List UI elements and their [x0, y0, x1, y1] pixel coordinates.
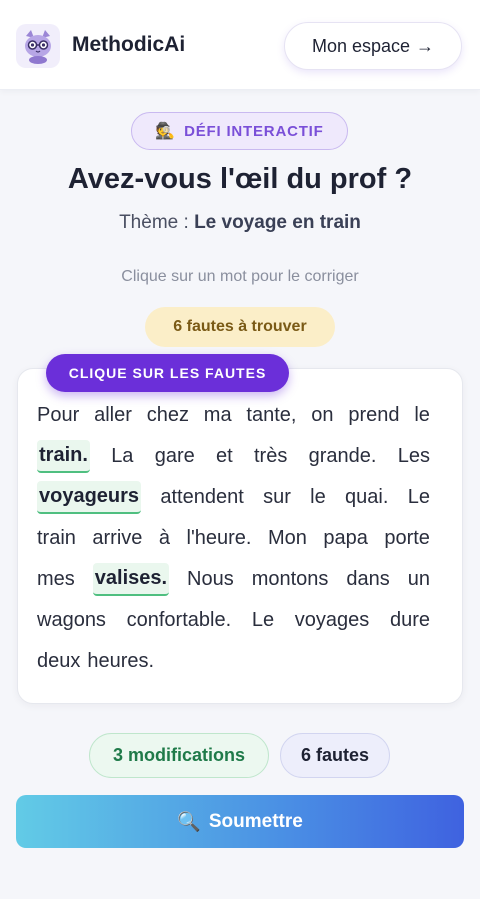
challenge-badge: 🕵️ DÉFI INTERACTIF — [131, 112, 348, 150]
word[interactable]: le — [414, 395, 430, 436]
word[interactable]: Nous — [187, 559, 234, 600]
word[interactable]: un — [408, 559, 430, 600]
faults-count-badge: 6 fautes à trouver — [145, 307, 335, 347]
text-line: deux heures. — [37, 641, 430, 682]
text-line: mes valises. Nous montons dans un — [37, 559, 430, 600]
word[interactable]: Le — [252, 600, 274, 641]
word[interactable]: Mon — [268, 518, 307, 559]
word[interactable]: arrive — [92, 518, 142, 559]
exercise-text: Pour aller chez ma tante, on prend le tr… — [37, 395, 430, 682]
word[interactable]: à — [159, 518, 170, 559]
text-line: train. La gare et très grande. Les — [37, 436, 430, 477]
modifications-badge: 3 modifications — [89, 733, 269, 778]
text-line: train arrive à l'heure. Mon papa porte — [37, 518, 430, 559]
word[interactable]: dure — [390, 600, 430, 641]
app-header: MethodicAi Mon espace → — [0, 0, 480, 90]
mon-espace-label: Mon espace — [311, 35, 411, 56]
mon-espace-button[interactable]: Mon espace → — [284, 22, 462, 70]
word[interactable]: et — [216, 436, 233, 477]
text-line: wagons confortable. Le voyages dure — [37, 600, 430, 641]
faults-total-badge: 6 fautes — [280, 733, 390, 778]
submit-button[interactable]: 🔍 Soumettre — [16, 795, 464, 848]
word[interactable]: voyages — [295, 600, 370, 641]
text-line: voyageurs attendent sur le quai. Le — [37, 477, 430, 518]
instruction-hint: Clique sur un mot pour le corriger — [121, 268, 359, 285]
word[interactable]: La — [111, 436, 133, 477]
word[interactable]: Le — [408, 477, 430, 518]
word[interactable]: prend — [348, 395, 399, 436]
theme-prefix: Thème : — [119, 212, 189, 233]
word[interactable]: porte — [384, 518, 430, 559]
word[interactable]: très — [254, 436, 287, 477]
word[interactable]: on — [311, 395, 333, 436]
text-line: Pour aller chez ma tante, on prend le — [37, 395, 430, 436]
word[interactable]: deux — [37, 641, 80, 682]
word[interactable]: tante, — [246, 395, 296, 436]
word[interactable]: dans — [346, 559, 389, 600]
cat-mascot-icon[interactable] — [16, 24, 60, 68]
brand-name: MethodicAi — [72, 33, 186, 56]
magnifier-icon: 🔍 — [177, 811, 201, 833]
word[interactable]: Les — [398, 436, 430, 477]
card-tag: CLIQUE SUR LES FAUTES — [46, 354, 289, 392]
page-title: Avez-vous l'œil du prof ? — [67, 163, 413, 195]
word[interactable]: chez — [147, 395, 189, 436]
word[interactable]: ma — [204, 395, 232, 436]
word[interactable]: heures. — [87, 641, 154, 682]
word[interactable]: gare — [155, 436, 195, 477]
detective-icon: 🕵️ — [155, 123, 177, 140]
word[interactable]: aller — [94, 395, 132, 436]
corrected-word[interactable]: voyageurs — [37, 481, 142, 514]
theme-line: Thème : Le voyage en train — [0, 212, 480, 234]
challenge-badge-label: DÉFI INTERACTIF — [184, 122, 324, 140]
word[interactable]: grande. — [309, 436, 377, 477]
word[interactable]: train — [37, 518, 76, 559]
word[interactable]: confortable. — [127, 600, 232, 641]
word[interactable]: Pour — [37, 395, 79, 436]
word[interactable]: papa — [323, 518, 368, 559]
word[interactable]: mes — [37, 559, 75, 600]
submit-label: Soumettre — [208, 810, 303, 832]
word[interactable]: attendent — [160, 477, 243, 518]
word[interactable]: montons — [252, 559, 329, 600]
word[interactable]: l'heure. — [187, 518, 252, 559]
arrow-right-icon: → — [416, 35, 435, 56]
word[interactable]: le — [310, 477, 326, 518]
word[interactable]: wagons — [37, 600, 106, 641]
word[interactable]: quai. — [345, 477, 388, 518]
word[interactable]: sur — [263, 477, 291, 518]
theme-value: Le voyage en train — [194, 212, 361, 233]
corrected-word[interactable]: valises. — [92, 563, 170, 596]
corrected-word[interactable]: train. — [37, 440, 90, 473]
